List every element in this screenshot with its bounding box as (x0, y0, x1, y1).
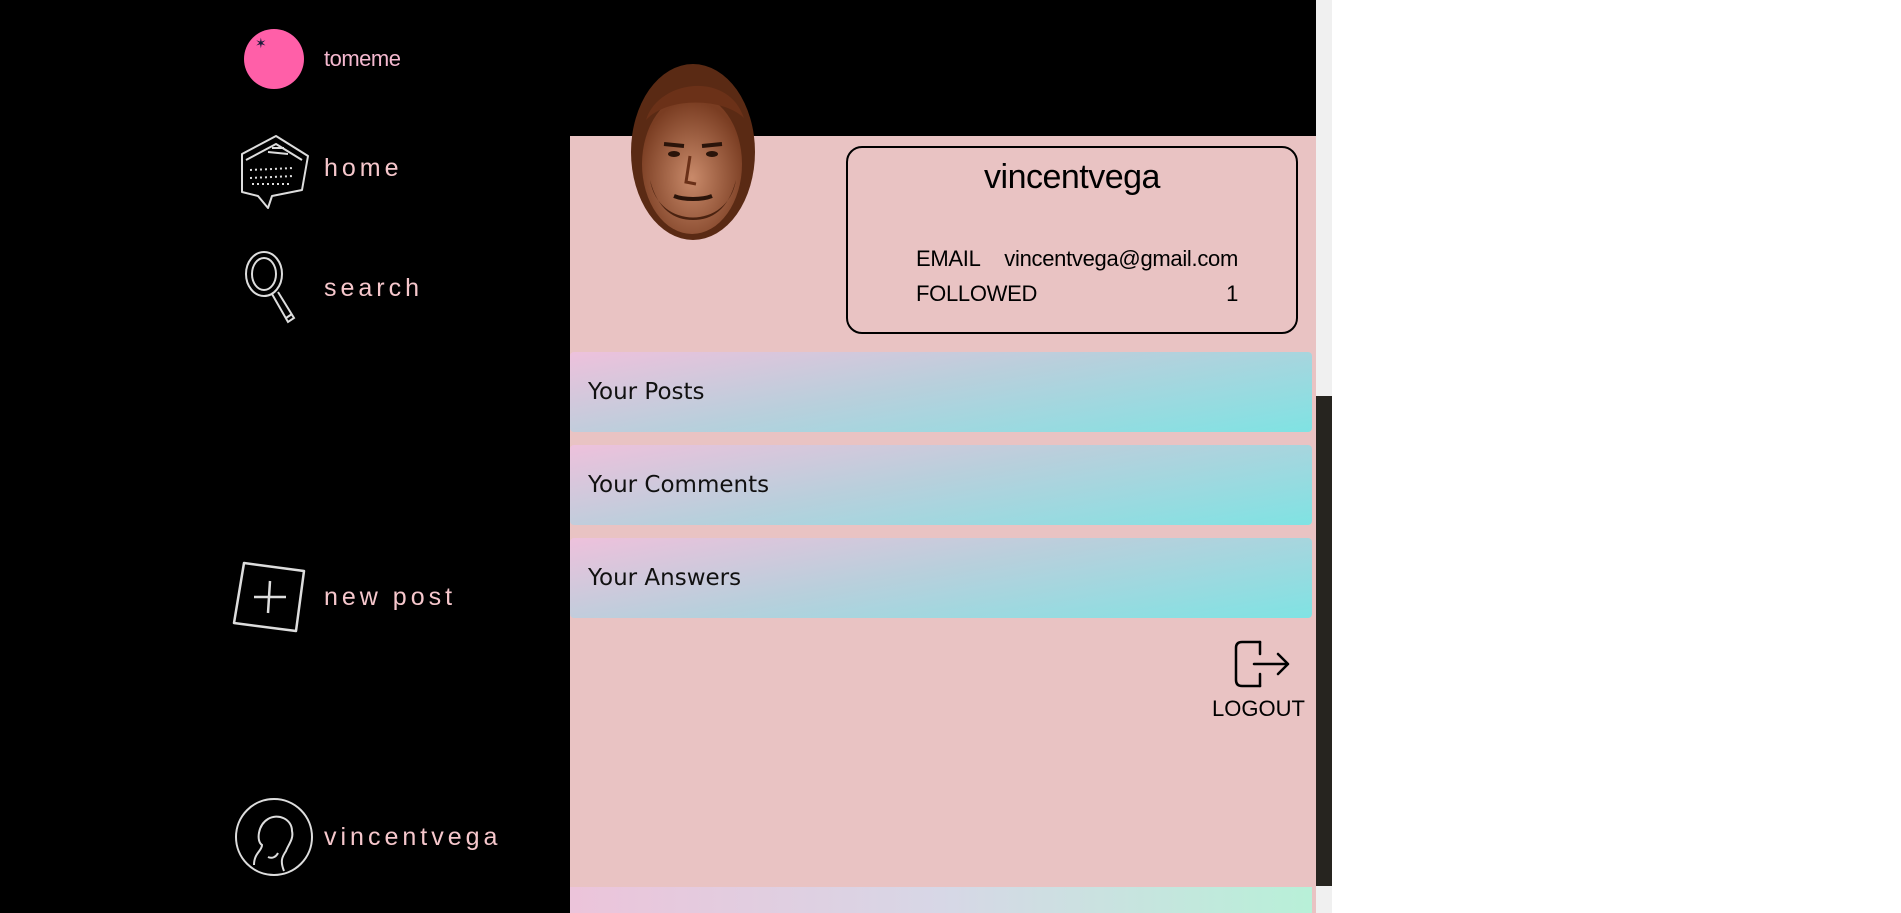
followed-row: FOLLOWED 1 (916, 281, 1238, 309)
new-post-button[interactable]: new post (226, 555, 456, 639)
your-answers-tab[interactable]: Your Answers (570, 538, 1312, 618)
app-root: ✶ tomeme home search new post vincentveg… (0, 0, 1316, 913)
bottom-gradient-strip (570, 887, 1312, 913)
email-label: EMAIL (916, 246, 981, 271)
email-row: EMAIL vincentvega@gmail.com (916, 246, 1238, 274)
sidebar-item-label: home (324, 153, 403, 182)
sidebar-item-label: new post (324, 582, 457, 611)
profile-silhouette-icon (235, 798, 313, 876)
logout-label: LOGOUT (1212, 696, 1305, 721)
profile-info-card: vincentvega EMAIL vincentvega@gmail.com … (846, 146, 1298, 334)
brand-logo-icon: ✶ (244, 29, 304, 89)
sidebar-item-profile[interactable]: vincentvega (232, 795, 501, 879)
plus-square-icon (232, 561, 306, 633)
brand-link[interactable]: ✶ tomeme (244, 29, 401, 89)
sidebar-item-search[interactable]: search (232, 246, 423, 330)
your-posts-tab[interactable]: Your Posts (570, 352, 1312, 432)
logout-icon (1234, 640, 1290, 688)
logout-button[interactable]: LOGOUT (1212, 636, 1305, 722)
email-value: vincentvega@gmail.com (1004, 246, 1238, 271)
scrollbar-thumb[interactable] (1316, 396, 1332, 886)
followed-count: 1 (1226, 281, 1238, 306)
home-tag-icon (241, 135, 309, 209)
sidebar-item-label: vincentvega (324, 822, 502, 851)
profile-username: vincentvega (984, 158, 1160, 196)
avatar (631, 64, 755, 240)
sidebar-item-home[interactable]: home (232, 126, 403, 210)
magnifier-icon (245, 251, 296, 324)
brand-name: tomeme (324, 46, 401, 71)
your-comments-tab[interactable]: Your Comments (570, 445, 1312, 525)
followed-label: FOLLOWED (916, 281, 1038, 306)
sidebar-item-label: search (324, 273, 424, 302)
